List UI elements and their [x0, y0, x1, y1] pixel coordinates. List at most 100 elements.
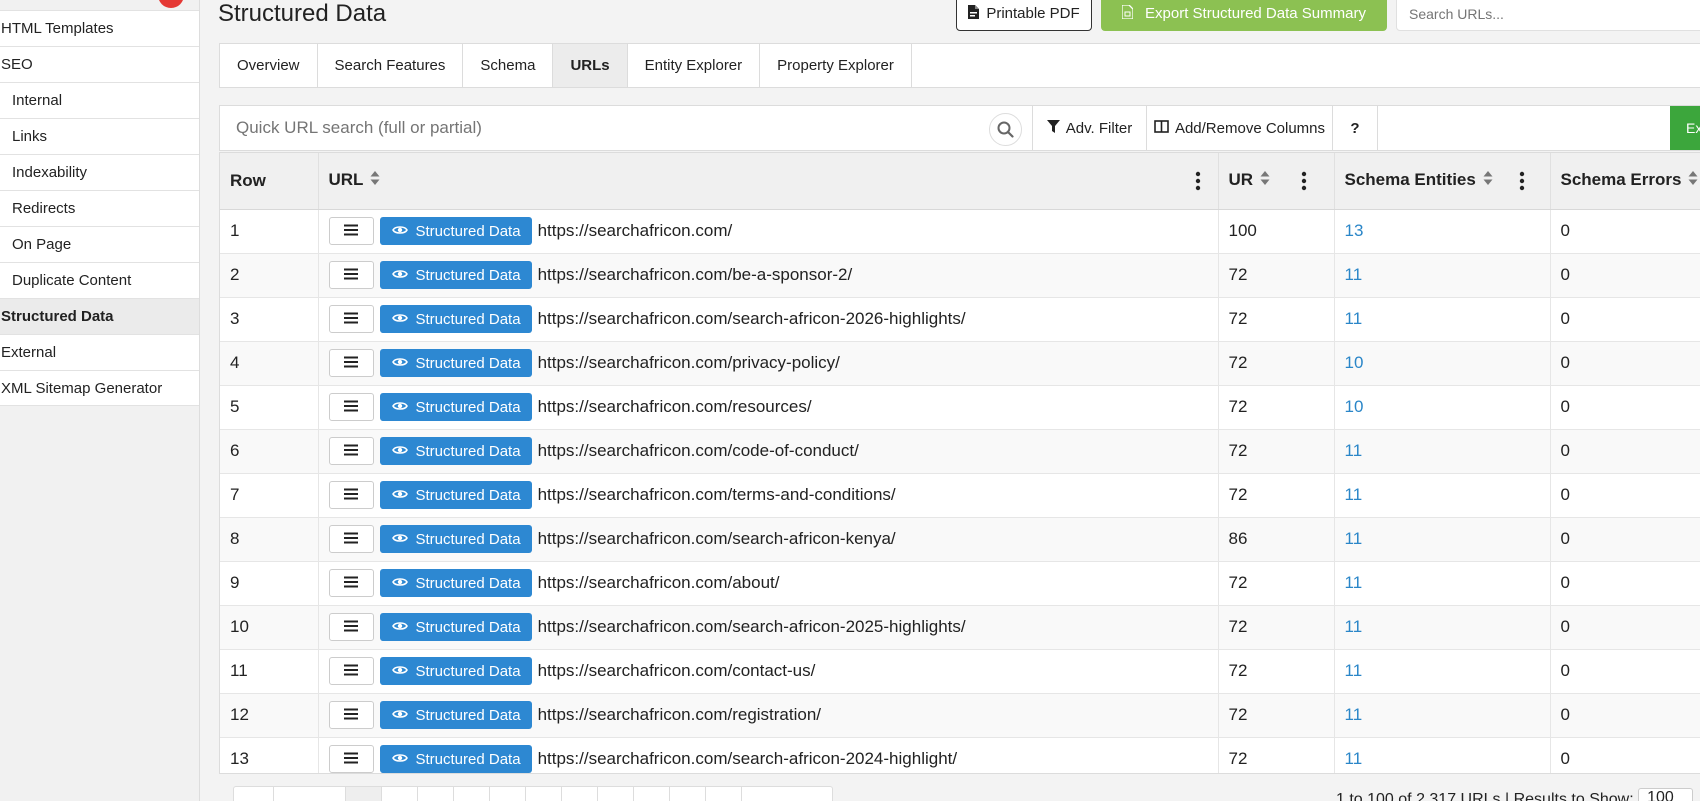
structured-data-button[interactable]: Structured Data — [379, 349, 532, 377]
sidebar-item-links[interactable]: Links — [0, 118, 199, 154]
schema-entities-link[interactable]: 11 — [1345, 749, 1363, 768]
row-menu-button[interactable] — [328, 261, 374, 289]
row-menu-button[interactable] — [328, 217, 374, 245]
help-button[interactable]: ? — [1332, 106, 1378, 150]
quick-url-search-input[interactable] — [220, 106, 1030, 150]
column-header-url[interactable]: URL — [318, 153, 1219, 210]
schema-entities-link[interactable]: 13 — [1345, 221, 1364, 240]
add-remove-columns-button[interactable]: Add/Remove Columns — [1146, 106, 1332, 150]
row-menu-button[interactable] — [328, 613, 374, 641]
sidebar-item-xml-sitemap-generator[interactable]: XML Sitemap Generator — [0, 370, 199, 406]
pagination-page[interactable] — [418, 787, 454, 801]
results-summary: 1 to 100 of 2,317 URLs | Results to Show… — [1336, 788, 1694, 801]
pagination-next[interactable] — [706, 787, 742, 801]
column-header-schema-entities[interactable]: Schema Entities — [1334, 153, 1551, 210]
pagination-page[interactable] — [670, 787, 706, 801]
sort-icon[interactable] — [1483, 170, 1493, 191]
schema-entities-link[interactable]: 11 — [1345, 573, 1363, 592]
row-menu-button[interactable] — [328, 393, 374, 421]
schema-entities-link[interactable]: 11 — [1345, 529, 1363, 548]
sort-icon[interactable] — [1260, 170, 1270, 191]
sidebar-item-html-templates[interactable]: HTML Templates — [0, 10, 199, 46]
column-menu-icon[interactable] — [1195, 171, 1201, 191]
sidebar-item-structured-data[interactable]: Structured Data — [0, 298, 199, 334]
structured-data-button[interactable]: Structured Data — [379, 305, 532, 333]
structured-data-button[interactable]: Structured Data — [379, 745, 532, 773]
row-menu-button[interactable] — [328, 481, 374, 509]
table-row: 5 Structured Data https://searchafricon.co… — [220, 385, 1700, 430]
structured-data-button[interactable]: Structured Data — [379, 613, 532, 641]
column-header-ur[interactable]: UR — [1218, 153, 1335, 210]
row-menu-button[interactable] — [328, 525, 374, 553]
pagination-first[interactable] — [234, 787, 274, 801]
row-menu-button[interactable] — [328, 349, 374, 377]
row-menu-button[interactable] — [328, 657, 374, 685]
structured-data-button[interactable]: Structured Data — [379, 393, 532, 421]
structured-data-button[interactable]: Structured Data — [379, 569, 532, 597]
structured-data-button[interactable]: Structured Data — [379, 657, 532, 685]
row-menu-button[interactable] — [328, 745, 374, 773]
schema-entities-link[interactable]: 10 — [1345, 353, 1364, 372]
schema-entities-link[interactable]: 11 — [1345, 441, 1363, 460]
row-menu-button[interactable] — [328, 437, 374, 465]
structured-data-button[interactable]: Structured Data — [379, 437, 532, 465]
export-file-icon — [1121, 3, 1134, 23]
column-menu-icon[interactable] — [1301, 171, 1307, 191]
search-urls-input[interactable] — [1396, 0, 1700, 31]
pagination-page[interactable] — [490, 787, 526, 801]
export-summary-button[interactable]: Export Structured Data Summary — [1101, 0, 1387, 31]
sidebar-item-on-page[interactable]: On Page — [0, 226, 199, 262]
schema-entities-link[interactable]: 10 — [1345, 397, 1364, 416]
sidebar-item-internal[interactable]: Internal — [0, 82, 199, 118]
adv-filter-button[interactable]: Adv. Filter — [1032, 106, 1146, 150]
sidebar-item-redirects[interactable]: Redirects — [0, 190, 199, 226]
pagination-page[interactable] — [454, 787, 490, 801]
column-header-schema-errors[interactable]: Schema Errors — [1550, 153, 1700, 210]
sidebar-item-seo[interactable]: SEO — [0, 46, 199, 82]
row-menu-button[interactable] — [328, 569, 374, 597]
tab-overview[interactable]: Overview — [220, 44, 318, 87]
pagination-page[interactable] — [382, 787, 418, 801]
column-menu-icon[interactable] — [1519, 171, 1525, 191]
schema-entities-link[interactable]: 11 — [1345, 617, 1363, 636]
url-cell: Structured Data https://searchafricon.com… — [318, 473, 1219, 518]
printable-pdf-button[interactable]: Printable PDF — [956, 0, 1092, 31]
sidebar-item-external[interactable]: External — [0, 334, 199, 370]
row-menu-button[interactable] — [328, 701, 374, 729]
pagination-page[interactable] — [634, 787, 670, 801]
pagination-page[interactable] — [526, 787, 562, 801]
column-header-row[interactable]: Row — [220, 153, 319, 210]
page-title: Structured Data — [218, 0, 387, 27]
results-per-page-select[interactable]: 100 — [1638, 788, 1694, 801]
structured-data-button[interactable]: Structured Data — [379, 481, 532, 509]
tab-urls[interactable]: URLs — [553, 44, 628, 87]
sidebar-item-duplicate-content[interactable]: Duplicate Content — [0, 262, 199, 298]
schema-entities-link[interactable]: 11 — [1345, 309, 1363, 328]
structured-data-button[interactable]: Structured Data — [379, 261, 532, 289]
tab-entity-explorer[interactable]: Entity Explorer — [628, 44, 761, 87]
pagination-page[interactable] — [562, 787, 598, 801]
row-menu-button[interactable] — [328, 305, 374, 333]
tab-search-features[interactable]: Search Features — [318, 44, 464, 87]
pagination-page[interactable] — [346, 787, 382, 801]
adv-filter-label: Adv. Filter — [1065, 119, 1133, 137]
search-icon[interactable] — [989, 113, 1022, 146]
schema-entities-link[interactable]: 11 — [1345, 661, 1363, 680]
tab-property-explorer[interactable]: Property Explorer — [760, 44, 912, 87]
sort-icon[interactable] — [370, 170, 380, 191]
schema-entities-link[interactable]: 11 — [1345, 485, 1363, 504]
table-row: 7 Structured Data https://searchafricon.co… — [220, 473, 1700, 518]
pagination-page[interactable] — [598, 787, 634, 801]
schema-entities-cell: 11 — [1334, 473, 1551, 518]
schema-entities-link[interactable]: 11 — [1345, 705, 1363, 724]
structured-data-button[interactable]: Structured Data — [379, 525, 532, 553]
sidebar-item-indexability[interactable]: Indexability — [0, 154, 199, 190]
pagination-prev[interactable] — [274, 787, 346, 801]
structured-data-button[interactable]: Structured Data — [379, 217, 532, 245]
export-button-truncated[interactable]: Ex — [1670, 106, 1700, 150]
tab-schema[interactable]: Schema — [463, 44, 554, 87]
schema-entities-link[interactable]: 11 — [1345, 265, 1363, 284]
url-cell: Structured Data https://searchafricon.com… — [318, 297, 1219, 342]
sort-icon[interactable] — [1688, 170, 1698, 191]
structured-data-button[interactable]: Structured Data — [379, 701, 532, 729]
